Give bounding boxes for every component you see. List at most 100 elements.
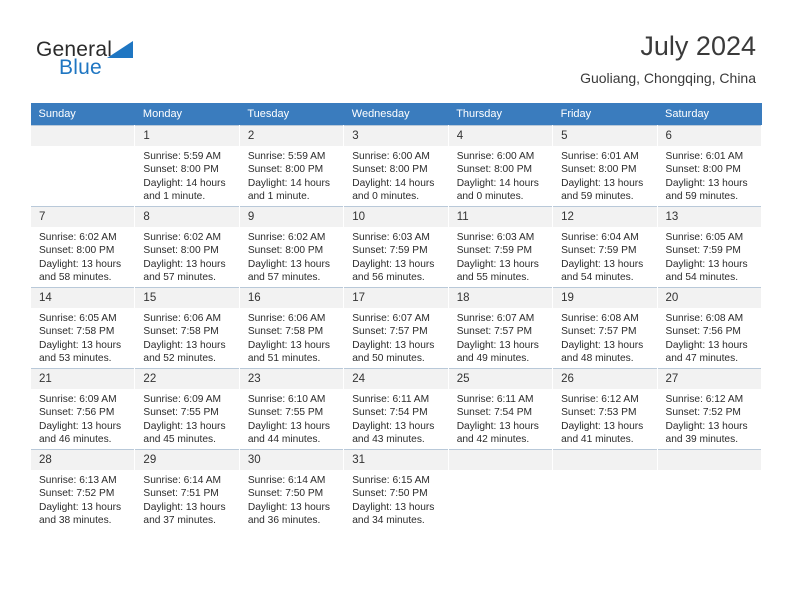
calendar-day-cell[interactable]: 26 Sunrise: 6:12 AM Sunset: 7:53 PM Dayligh… xyxy=(552,368,658,450)
sun-details: Sunrise: 6:11 AM Sunset: 7:54 PM Daylight:… xyxy=(449,389,552,447)
daylight-duration-line2: and 59 minutes. xyxy=(665,191,739,203)
calendar-grid: Sunday Monday Tuesday Wednesday Thursday… xyxy=(29,103,763,530)
calendar-day-cell[interactable]: 8 Sunrise: 6:02 AM Sunset: 8:00 PM Daylight… xyxy=(134,206,240,288)
calendar-day-cell[interactable]: 24 Sunrise: 6:11 AM Sunset: 7:54 PM Dayligh… xyxy=(343,368,449,450)
calendar-cell-inner: 12 Sunrise: 6:04 AM Sunset: 7:59 PM Dayligh… xyxy=(553,207,657,287)
day-number: 31 xyxy=(344,450,448,470)
sun-details: Sunrise: 6:00 AM Sunset: 8:00 PM Daylight:… xyxy=(344,146,447,204)
daylight-duration-line1: Daylight: 13 hours xyxy=(665,177,748,189)
calendar-day-cell[interactable]: 11 Sunrise: 6:03 AM Sunset: 7:59 PM Dayligh… xyxy=(447,206,554,288)
calendar-cell-inner xyxy=(657,450,761,530)
calendar-day-cell[interactable]: 1 Sunrise: 5:59 AM Sunset: 8:00 PM Daylight… xyxy=(134,125,240,207)
calendar-day-cell[interactable]: 30 Sunrise: 6:14 AM Sunset: 7:50 PM Dayligh… xyxy=(238,449,345,530)
calendar-day-cell[interactable]: 23 Sunrise: 6:10 AM Sunset: 7:55 PM Dayligh… xyxy=(238,368,345,450)
general-blue-logo[interactable]: General Blue xyxy=(36,38,216,86)
calendar-day-cell[interactable]: 18 Sunrise: 6:07 AM Sunset: 7:57 PM Dayligh… xyxy=(447,287,554,369)
calendar-day-cell[interactable]: 19 Sunrise: 6:08 AM Sunset: 7:57 PM Dayligh… xyxy=(552,287,658,369)
calendar-day-cell[interactable]: 4 Sunrise: 6:00 AM Sunset: 8:00 PM Daylight… xyxy=(447,125,554,207)
sunset-time: Sunset: 7:56 PM xyxy=(665,326,741,338)
sunrise-time: Sunrise: 6:06 AM xyxy=(247,313,326,324)
sun-details: Sunrise: 6:01 AM Sunset: 8:00 PM Daylight:… xyxy=(658,146,761,204)
calendar-cell-inner: 4 Sunrise: 6:00 AM Sunset: 8:00 PM Daylight… xyxy=(448,126,553,206)
calendar-day-cell[interactable]: 10 Sunrise: 6:03 AM Sunset: 7:59 PM Dayligh… xyxy=(343,206,449,288)
day-number: 2 xyxy=(239,126,344,146)
calendar-day-cell[interactable]: 9 Sunrise: 6:02 AM Sunset: 8:00 PM Daylight… xyxy=(238,206,345,288)
calendar-cell-inner: 13 Sunrise: 6:05 AM Sunset: 7:59 PM Dayligh… xyxy=(657,207,761,287)
calendar-day-cell[interactable]: 22 Sunrise: 6:09 AM Sunset: 7:55 PM Dayligh… xyxy=(134,368,240,450)
sunrise-time: Sunrise: 6:01 AM xyxy=(561,151,639,162)
sunset-time: Sunset: 8:00 PM xyxy=(456,164,533,176)
calendar-day-cell[interactable]: 2 Sunrise: 5:59 AM Sunset: 8:00 PM Daylight… xyxy=(238,125,345,207)
calendar-day-cell[interactable]: 29 Sunrise: 6:14 AM Sunset: 7:51 PM Dayligh… xyxy=(134,449,240,530)
calendar-week-row: 1 Sunrise: 5:59 AM Sunset: 8:00 PM Daylight… xyxy=(29,125,763,207)
calendar-cell-inner: 20 Sunrise: 6:08 AM Sunset: 7:56 PM Dayligh… xyxy=(657,288,761,368)
daylight-duration-line1: Daylight: 13 hours xyxy=(561,177,644,189)
calendar-cell-inner: 28 Sunrise: 6:13 AM Sunset: 7:52 PM Dayligh… xyxy=(31,450,135,530)
calendar-cell-inner: 24 Sunrise: 6:11 AM Sunset: 7:54 PM Dayligh… xyxy=(344,369,448,449)
sun-details: Sunrise: 6:12 AM Sunset: 7:53 PM Daylight:… xyxy=(553,389,656,447)
calendar-day-cell[interactable]: 25 Sunrise: 6:11 AM Sunset: 7:54 PM Dayligh… xyxy=(447,368,554,450)
calendar-cell-inner: 22 Sunrise: 6:09 AM Sunset: 7:55 PM Dayligh… xyxy=(135,369,239,449)
calendar-cell-inner: 11 Sunrise: 6:03 AM Sunset: 7:59 PM Dayligh… xyxy=(448,207,553,287)
calendar-day-cell[interactable]: 15 Sunrise: 6:06 AM Sunset: 7:58 PM Dayligh… xyxy=(134,287,240,369)
day-number: 4 xyxy=(448,126,553,146)
sunset-time: Sunset: 7:57 PM xyxy=(456,326,533,338)
sun-details: Sunrise: 6:12 AM Sunset: 7:52 PM Daylight:… xyxy=(658,389,761,447)
calendar-day-cell[interactable]: 6 Sunrise: 6:01 AM Sunset: 8:00 PM Daylight… xyxy=(656,125,763,207)
daylight-duration-line2: and 54 minutes. xyxy=(665,272,739,284)
daylight-duration-line1: Daylight: 14 hours xyxy=(143,177,226,189)
sunset-time: Sunset: 7:58 PM xyxy=(247,326,324,338)
sunrise-time: Sunrise: 6:11 AM xyxy=(456,394,534,405)
calendar-day-cell[interactable]: 5 Sunrise: 6:01 AM Sunset: 8:00 PM Daylight… xyxy=(552,125,658,207)
sunrise-time: Sunrise: 6:11 AM xyxy=(352,394,430,405)
day-number xyxy=(657,450,761,470)
day-number: 8 xyxy=(135,207,239,227)
daylight-duration-line2: and 57 minutes. xyxy=(143,272,216,284)
sunset-time: Sunset: 8:00 PM xyxy=(143,164,219,176)
weekday-header-friday: Friday xyxy=(552,103,658,126)
daylight-duration-line2: and 59 minutes. xyxy=(561,191,634,203)
sunset-time: Sunset: 8:00 PM xyxy=(39,245,115,257)
sun-details: Sunrise: 6:06 AM Sunset: 7:58 PM Daylight:… xyxy=(135,308,238,366)
calendar-day-cell[interactable]: 14 Sunrise: 6:05 AM Sunset: 7:58 PM Dayligh… xyxy=(29,287,136,369)
calendar-day-cell[interactable]: 28 Sunrise: 6:13 AM Sunset: 7:52 PM Dayligh… xyxy=(29,449,136,530)
sun-details: Sunrise: 6:05 AM Sunset: 7:58 PM Daylight:… xyxy=(31,308,134,366)
calendar-day-cell[interactable]: 16 Sunrise: 6:06 AM Sunset: 7:58 PM Dayligh… xyxy=(238,287,345,369)
daylight-duration-line2: and 0 minutes. xyxy=(456,191,524,203)
calendar-day-cell[interactable]: 21 Sunrise: 6:09 AM Sunset: 7:56 PM Dayligh… xyxy=(29,368,136,450)
calendar-body: 1 Sunrise: 5:59 AM Sunset: 8:00 PM Daylight… xyxy=(29,125,763,530)
daylight-duration-line1: Daylight: 13 hours xyxy=(352,501,435,513)
sun-details: Sunrise: 6:01 AM Sunset: 8:00 PM Daylight:… xyxy=(553,146,656,204)
sunrise-time: Sunrise: 6:10 AM xyxy=(247,394,326,405)
calendar-cell-inner: 23 Sunrise: 6:10 AM Sunset: 7:55 PM Dayligh… xyxy=(239,369,344,449)
sunrise-time: Sunrise: 6:07 AM xyxy=(352,313,430,324)
sunset-time: Sunset: 7:52 PM xyxy=(39,488,115,500)
calendar-day-cell[interactable]: 7 Sunrise: 6:02 AM Sunset: 8:00 PM Daylight… xyxy=(29,206,136,288)
daylight-duration-line2: and 58 minutes. xyxy=(39,272,112,284)
day-number: 19 xyxy=(553,288,657,308)
calendar-day-cell[interactable]: 13 Sunrise: 6:05 AM Sunset: 7:59 PM Dayligh… xyxy=(656,206,763,288)
sun-details: Sunrise: 6:02 AM Sunset: 8:00 PM Daylight:… xyxy=(135,227,238,285)
calendar-day-cell[interactable]: 27 Sunrise: 6:12 AM Sunset: 7:52 PM Dayligh… xyxy=(656,368,763,450)
daylight-duration-line2: and 56 minutes. xyxy=(352,272,425,284)
calendar-day-cell[interactable]: 31 Sunrise: 6:15 AM Sunset: 7:50 PM Dayligh… xyxy=(343,449,449,530)
sun-details: Sunrise: 6:14 AM Sunset: 7:50 PM Daylight:… xyxy=(240,470,343,528)
sun-details: Sunrise: 6:13 AM Sunset: 7:52 PM Daylight:… xyxy=(31,470,134,528)
sun-details: Sunrise: 6:02 AM Sunset: 8:00 PM Daylight:… xyxy=(240,227,343,285)
sunset-time: Sunset: 7:56 PM xyxy=(39,407,115,419)
weekday-header-saturday: Saturday xyxy=(657,103,762,126)
sunset-time: Sunset: 7:57 PM xyxy=(352,326,428,338)
sunrise-time: Sunrise: 6:05 AM xyxy=(665,232,744,243)
day-number: 18 xyxy=(448,288,553,308)
calendar-cell-inner xyxy=(31,126,135,206)
calendar-cell-empty xyxy=(552,449,658,530)
page-title: July 2024 xyxy=(640,31,756,61)
calendar-day-cell[interactable]: 3 Sunrise: 6:00 AM Sunset: 8:00 PM Daylight… xyxy=(343,125,449,207)
daylight-duration-line1: Daylight: 13 hours xyxy=(456,339,539,351)
calendar-day-cell[interactable]: 17 Sunrise: 6:07 AM Sunset: 7:57 PM Dayligh… xyxy=(343,287,449,369)
calendar-day-cell[interactable]: 12 Sunrise: 6:04 AM Sunset: 7:59 PM Dayligh… xyxy=(552,206,658,288)
calendar-cell-inner xyxy=(448,450,553,530)
day-number: 6 xyxy=(657,126,761,146)
sun-details: Sunrise: 6:00 AM Sunset: 8:00 PM Daylight:… xyxy=(449,146,552,204)
calendar-day-cell[interactable]: 20 Sunrise: 6:08 AM Sunset: 7:56 PM Dayligh… xyxy=(656,287,763,369)
